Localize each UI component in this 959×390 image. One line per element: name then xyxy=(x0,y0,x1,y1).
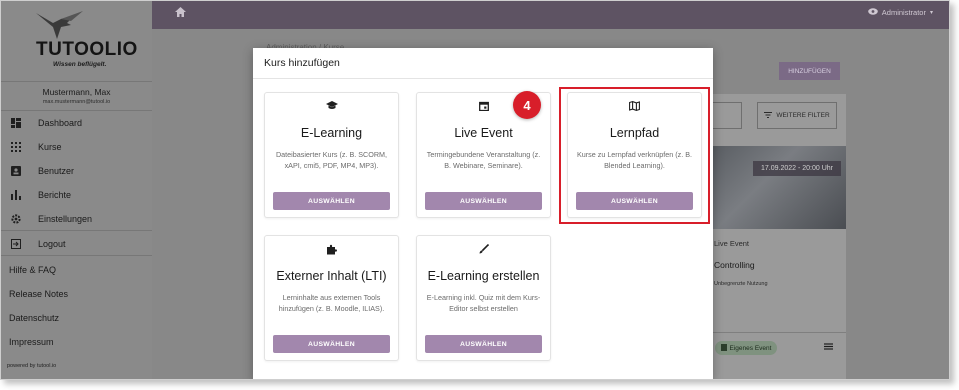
brush-icon xyxy=(417,243,550,257)
document-icon xyxy=(720,343,727,353)
sidebar-item-einstellungen[interactable]: Einstellungen xyxy=(1,207,152,231)
logo: TUTOOLIO Wissen beflügelt. xyxy=(21,9,141,79)
admin-label: Administrator xyxy=(881,8,926,17)
course-image xyxy=(713,146,846,229)
sidebar-item-label: Benutzer xyxy=(38,166,75,176)
sidebar-item-benutzer[interactable]: Benutzer xyxy=(1,159,152,183)
course-type: Live Event xyxy=(714,239,750,248)
logout-icon xyxy=(10,238,22,250)
card-title: Externer Inhalt (LTI) xyxy=(276,269,387,283)
sidebar: TUTOOLIO Wissen beflügelt. Mustermann, M… xyxy=(1,1,152,379)
sidebar-item-label: Kurse xyxy=(38,142,62,152)
hummingbird-logo-icon xyxy=(36,11,83,39)
select-button[interactable]: AUSWÄHLEN xyxy=(425,335,542,353)
release-notes-link[interactable]: Release Notes xyxy=(9,289,68,299)
card-title: E-Learning xyxy=(300,126,363,140)
brand-tagline: Wissen beflügelt. xyxy=(53,61,107,68)
user-name: Mustermann, Max xyxy=(42,87,111,97)
user-email: max.mustermann@tutool.io xyxy=(42,99,111,105)
filter-icon xyxy=(764,111,773,120)
home-icon[interactable] xyxy=(175,7,187,19)
select-button[interactable]: AUSWÄHLEN xyxy=(273,335,390,353)
grid-icon xyxy=(10,141,22,153)
more-filters-label: WEITERE FILTER xyxy=(776,112,830,119)
dialog-title: Kurs hinzufügen xyxy=(264,57,340,69)
privacy-link[interactable]: Datenschutz xyxy=(9,313,59,323)
list-icon[interactable] xyxy=(824,343,833,352)
select-button[interactable]: AUSWÄHLEN xyxy=(273,192,390,210)
card-title: Live Event xyxy=(454,126,513,140)
sidebar-item-dashboard[interactable]: Dashboard xyxy=(1,111,152,135)
sidebar-item-label: Berichte xyxy=(38,190,72,200)
user-card-icon xyxy=(10,165,22,177)
app-window: TUTOOLIO Wissen beflügelt. Mustermann, M… xyxy=(0,0,950,380)
sidebar-item-kurse[interactable]: Kurse xyxy=(1,135,152,159)
sidebar-item-berichte[interactable]: Berichte xyxy=(1,183,152,207)
sidebar-item-label: Dashboard xyxy=(38,118,83,128)
eye-icon xyxy=(867,8,878,17)
dialog-divider xyxy=(253,78,713,79)
sidebar-item-label: Einstellungen xyxy=(38,213,93,224)
card-description: Termingebundene Veranstaltung (z. B. Web… xyxy=(426,150,541,170)
imprint-link[interactable]: Impressum xyxy=(9,337,54,347)
card-description: Dateibasierter Kurs (z. B. SCORM, xAPI, … xyxy=(275,150,388,170)
graduation-cap-icon xyxy=(265,101,398,113)
sidebar-item-logout[interactable]: Logout xyxy=(1,232,152,256)
user-info: Mustermann, Max max.mustermann@tutool.io xyxy=(1,81,152,111)
help-faq-link[interactable]: Hilfe & FAQ xyxy=(9,265,56,275)
admin-menu[interactable]: Administrator ▾ xyxy=(867,8,933,17)
own-event-badge: Eigenes Event xyxy=(715,341,777,355)
card-description: E-Learning inkl. Quiz mit dem Kurs-Edito… xyxy=(426,293,541,313)
course-type-card-external-lti[interactable]: Externer Inhalt (LTI) Lerninhalte aus ex… xyxy=(264,235,399,361)
course-usage: Unbegrenzte Nutzung xyxy=(714,281,768,287)
course-panel xyxy=(701,94,846,379)
badge-label: Eigenes Event xyxy=(729,344,772,352)
highlight-frame xyxy=(559,87,710,224)
puzzle-icon xyxy=(265,244,398,258)
course-type-card-create-elearning[interactable]: E-Learning erstellen E-Learning inkl. Qu… xyxy=(416,235,551,361)
add-button[interactable]: HINZUFÜGEN xyxy=(779,62,840,80)
select-button[interactable]: AUSWÄHLEN xyxy=(425,192,542,210)
course-type-card-elearning[interactable]: E-Learning Dateibasierter Kurs (z. B. SC… xyxy=(264,92,399,218)
brand-name: TUTOOLIO xyxy=(36,39,138,60)
step-number-badge: 4 xyxy=(513,91,541,119)
course-date: 17.09.2022 - 20:00 Uhr xyxy=(753,161,841,176)
chevron-down-icon: ▾ xyxy=(929,10,933,16)
gear-icon xyxy=(10,213,22,225)
course-title[interactable]: Controlling xyxy=(714,260,755,270)
card-description: Lerninhalte aus externen Tools hinzufüge… xyxy=(278,293,385,313)
powered-by: powered by tutool.io xyxy=(7,363,57,369)
dashboard-icon xyxy=(10,117,22,129)
top-bar xyxy=(152,1,949,29)
card-divider xyxy=(701,332,846,333)
sidebar-item-label: Logout xyxy=(38,238,66,249)
bar-chart-icon xyxy=(10,189,22,201)
more-filters-button[interactable]: WEITERE FILTER xyxy=(757,102,837,129)
card-title: E-Learning erstellen xyxy=(427,269,540,283)
